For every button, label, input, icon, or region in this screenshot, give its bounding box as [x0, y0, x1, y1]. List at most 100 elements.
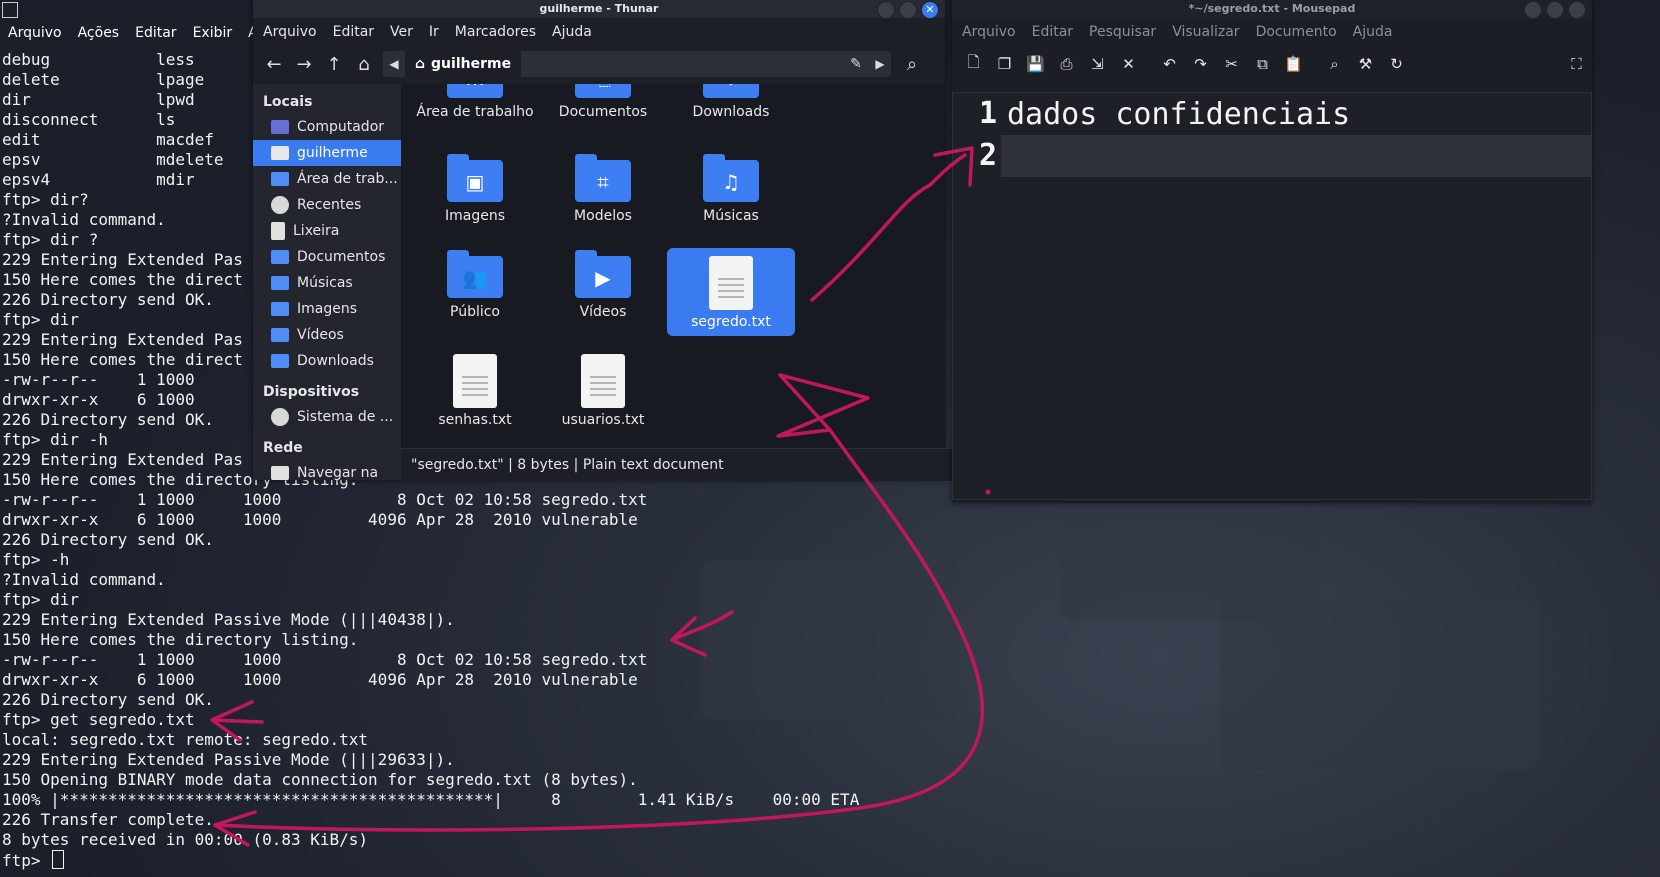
close-doc-icon[interactable]: ✕	[1113, 55, 1144, 73]
paste-icon[interactable]: 📋	[1278, 55, 1309, 73]
text-editor[interactable]: 1 dados confidenciais 2	[952, 92, 1592, 500]
menu-item[interactable]: Ajuda	[544, 24, 600, 40]
sidebar-item-label: guilherme	[297, 145, 368, 161]
sidebar-item-recentes[interactable]: Recentes	[253, 192, 401, 218]
undo-icon[interactable]: ↶	[1154, 55, 1185, 73]
file-name: senhas.txt	[438, 412, 512, 428]
redo-icon[interactable]: ↷	[1185, 55, 1216, 73]
menu-item[interactable]: Ajuda	[1345, 24, 1401, 40]
line-number: 2	[953, 135, 1001, 177]
new-document-icon[interactable]: 🗋	[958, 52, 989, 77]
drive-icon	[271, 408, 289, 426]
copy-icon[interactable]: ⧉	[1247, 55, 1278, 73]
sidebar-item-documentos[interactable]: Documentos	[253, 244, 401, 270]
file-view[interactable]: … Área de trabalho ⎘ Documentos ⇩ Downlo…	[401, 84, 945, 448]
terminal-icon	[2, 2, 18, 18]
new-window-icon[interactable]: ❐	[989, 55, 1020, 73]
file-item-musicas[interactable]: ♫ Músicas	[667, 152, 795, 240]
recent-icon	[271, 196, 289, 214]
home-icon[interactable]: ⌂	[349, 54, 379, 75]
thunar-titlebar[interactable]: guilherme - Thunar ✕	[253, 0, 945, 19]
file-item-publico[interactable]: 👥 Público	[411, 248, 539, 336]
sidebar-item-musicas[interactable]: Músicas	[253, 270, 401, 296]
terminal-line: 150 Opening BINARY mode data connection …	[2, 770, 638, 789]
file-name: Imagens	[444, 208, 505, 224]
terminal-menu-item[interactable]: Editar	[127, 22, 184, 46]
thunar-menubar: Arquivo Editar Ver Ir Marcadores Ajuda	[253, 18, 945, 46]
find-replace-icon[interactable]: ⚒	[1350, 55, 1381, 73]
file-item-area-de-trabalho[interactable]: … Área de trabalho	[411, 84, 539, 136]
maximize-button[interactable]	[899, 1, 917, 19]
file-name: Modelos	[574, 208, 632, 224]
sidebar-item-sistema[interactable]: Sistema de ...	[253, 404, 401, 430]
path-bar[interactable]: ◀ ⌂ guilherme ✎ ▶	[383, 51, 891, 77]
menu-item[interactable]: Ver	[382, 24, 421, 40]
terminal-line: -rw-r--r-- 1 1000 1000 8 Oct 02 10:58 se…	[2, 490, 648, 509]
menu-item[interactable]: Editar	[1024, 24, 1081, 40]
terminal-menu-item[interactable]: Ações	[70, 22, 128, 46]
desktop-folder-icon: …	[447, 84, 503, 98]
close-button[interactable]: ✕	[921, 1, 939, 19]
fullscreen-icon[interactable]: ⛶	[1561, 55, 1592, 73]
sidebar-item-videos[interactable]: Vídeos	[253, 322, 401, 348]
sidebar-item-imagens[interactable]: Imagens	[253, 296, 401, 322]
edit-path-icon[interactable]: ✎	[843, 56, 869, 72]
file-item-imagens[interactable]: ▣ Imagens	[411, 152, 539, 240]
menu-item[interactable]: Arquivo	[255, 24, 325, 40]
chevron-left-icon[interactable]: ◀	[383, 57, 405, 71]
menu-item[interactable]: Marcadores	[447, 24, 544, 40]
menu-item[interactable]: Ir	[421, 24, 447, 40]
sidebar-item-guilherme[interactable]: guilherme	[253, 140, 401, 166]
search-icon[interactable]: ⌕	[897, 54, 927, 75]
terminal-line: drwxr-xr-x 6 1000 1000 4096 Apr 28 2010 …	[2, 510, 638, 529]
up-arrow-icon[interactable]: ↑	[319, 54, 349, 75]
save-as-icon[interactable]: ⎙	[1051, 55, 1082, 73]
menu-item[interactable]: Documento	[1248, 24, 1345, 40]
file-item-videos[interactable]: ▶ Vídeos	[539, 248, 667, 336]
terminal-line: 226 Directory send OK.	[2, 690, 214, 709]
path-crumb-home[interactable]: ⌂ guilherme	[405, 51, 522, 77]
sidebar-item-navegar[interactable]: Navegar na	[253, 460, 401, 486]
sidebar-item-lixeira[interactable]: Lixeira	[253, 218, 401, 244]
sidebar-item-computador[interactable]: Computador	[253, 114, 401, 140]
file-item-modelos[interactable]: ⌗ Modelos	[539, 152, 667, 240]
terminal-prompt: ftp>	[2, 851, 51, 870]
terminal-menu-item[interactable]: Exibir	[185, 22, 241, 46]
back-arrow-icon[interactable]: ←	[259, 54, 289, 75]
file-item-documentos[interactable]: ⎘ Documentos	[539, 84, 667, 136]
menu-item[interactable]: Pesquisar	[1081, 24, 1164, 40]
path-crumb-label: guilherme	[431, 56, 512, 72]
text-file-icon	[453, 354, 497, 408]
file-item-segredo[interactable]: segredo.txt	[667, 248, 795, 336]
menu-item[interactable]: Arquivo	[954, 24, 1024, 40]
sidebar-item-downloads[interactable]: Downloads	[253, 348, 401, 374]
mousepad-titlebar[interactable]: *~/segredo.txt - Mousepad	[952, 0, 1592, 19]
file-item-senhas[interactable]: senhas.txt	[411, 346, 539, 434]
sidebar-item-area-de-trabalho[interactable]: Área de trab...	[253, 166, 401, 192]
goto-line-icon[interactable]: ↻	[1381, 55, 1412, 73]
editor-line[interactable]: 1 dados confidenciais	[953, 93, 1591, 135]
forward-arrow-icon[interactable]: →	[289, 54, 319, 75]
file-item-usuarios[interactable]: usuarios.txt	[539, 346, 667, 434]
save-icon[interactable]: 💾	[1020, 55, 1051, 73]
file-item-downloads[interactable]: ⇩ Downloads	[667, 84, 795, 136]
menu-item[interactable]: Editar	[325, 24, 382, 40]
terminal-line: ftp> get segredo.txt	[2, 710, 195, 729]
menu-item[interactable]: Visualizar	[1164, 24, 1247, 40]
editor-line-current[interactable]: 2	[953, 135, 1591, 177]
revert-icon[interactable]: ⇲	[1082, 55, 1113, 73]
terminal-line: 8 bytes received in 00:00 (0.83 KiB/s)	[2, 830, 369, 849]
minimize-button[interactable]	[1524, 1, 1542, 19]
close-button[interactable]	[1568, 1, 1586, 19]
search-icon[interactable]: ⌕	[1319, 55, 1350, 73]
desktop-folder-icon	[271, 172, 289, 186]
terminal-prompt-line[interactable]: ftp>	[2, 850, 859, 870]
chevron-right-icon[interactable]: ▶	[869, 57, 891, 71]
maximize-button[interactable]	[1546, 1, 1564, 19]
mousepad-window[interactable]: *~/segredo.txt - Mousepad Arquivo Editar…	[952, 0, 1592, 503]
minimize-button[interactable]	[877, 1, 895, 19]
mousepad-menubar: Arquivo Editar Pesquisar Visualizar Docu…	[952, 18, 1592, 46]
thunar-window[interactable]: guilherme - Thunar ✕ Arquivo Editar Ver …	[253, 0, 955, 481]
cut-icon[interactable]: ✂	[1216, 55, 1247, 73]
terminal-menu-item[interactable]: Arquivo	[0, 22, 70, 46]
